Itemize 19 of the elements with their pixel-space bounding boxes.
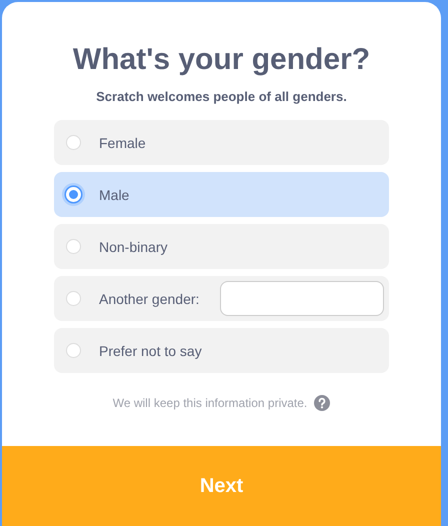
gender-option[interactable]: Non-binary xyxy=(54,224,389,269)
option-label: Another gender: xyxy=(99,290,200,306)
radio-button[interactable] xyxy=(66,135,81,150)
gender-option[interactable]: Male xyxy=(54,172,389,217)
input-field[interactable] xyxy=(220,281,384,316)
privacy-note: We will keep this information private. xyxy=(112,396,308,410)
option-label: Prefer not to say xyxy=(99,342,202,358)
option-label: Non-binary xyxy=(99,238,168,254)
dialog-title: What's your gender? xyxy=(72,42,370,78)
option-label: Male xyxy=(99,186,130,202)
gender-option[interactable]: Female xyxy=(54,120,389,165)
gender-option[interactable]: Prefer not to say xyxy=(54,328,389,373)
radio-button[interactable] xyxy=(66,343,81,358)
help-icon[interactable] xyxy=(314,395,330,411)
radio-button[interactable] xyxy=(66,239,81,254)
option-label: Female xyxy=(99,134,146,150)
gender-option[interactable]: Another gender: xyxy=(54,276,389,321)
subtitle: Scratch welcomes people of all genders. xyxy=(96,89,347,104)
radio-button[interactable] xyxy=(66,291,81,306)
